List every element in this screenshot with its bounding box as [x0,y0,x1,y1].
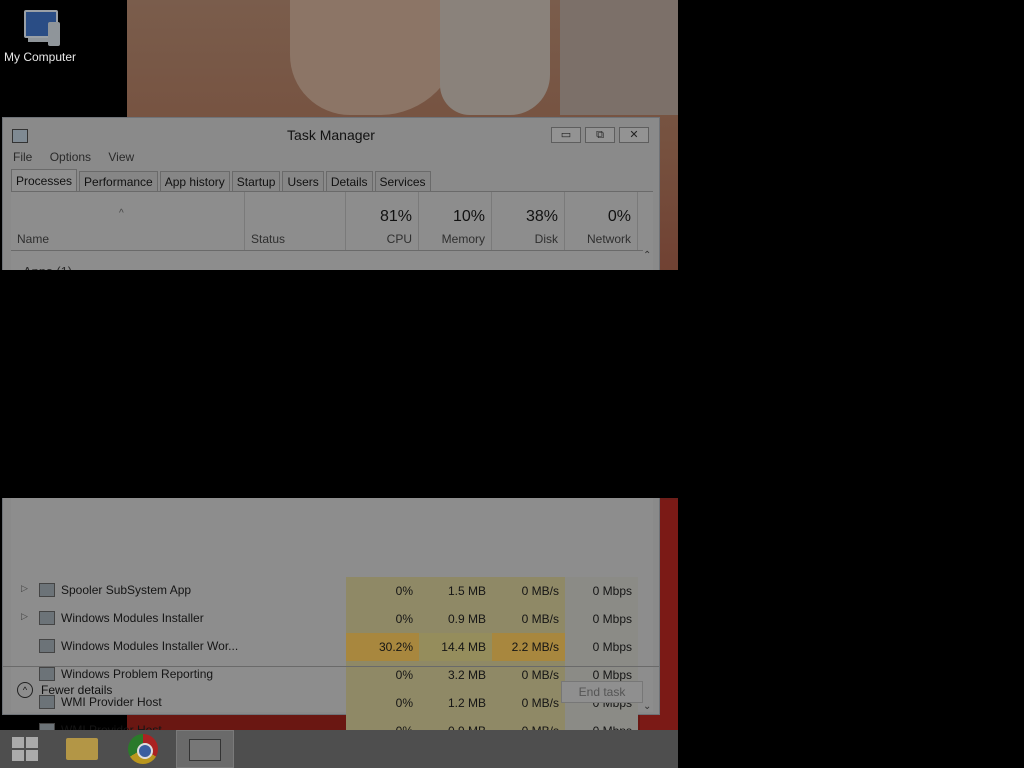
expand-arrow-icon[interactable]: ▷ [21,611,28,622]
windows-logo-icon-part [12,750,24,761]
disk-value: 0 MB/s [492,605,565,633]
process-name: Windows Modules Installer [61,611,204,625]
cpu-value: 30.2% [346,633,419,661]
wallpaper-detail [560,0,678,115]
chevron-up-icon: ^ [17,682,33,698]
column-disk-label: Disk [534,232,558,246]
memory-value: 14.4 MB [419,633,492,661]
cpu-value: 0% [346,577,419,605]
column-memory-label: Memory [441,232,485,246]
menu-file[interactable]: File [13,150,32,164]
table-row[interactable]: Windows Modules Installer Wor... 30.2% 1… [11,633,643,661]
desktop-icon-my-computer[interactable]: My Computer [2,8,78,64]
memory-value: 0.9 MB [419,605,492,633]
column-header-name[interactable]: ^ Name [11,192,245,250]
disk-total-percent: 38% [525,208,558,225]
memory-value: 1.5 MB [419,577,492,605]
file-explorer-taskbar-button[interactable] [56,730,112,768]
title-bar[interactable]: Task Manager ▭ ⧉ ✕ [3,118,659,148]
tab-strip: Processes Performance App history Startu… [11,169,433,195]
column-network-label: Network [586,232,631,246]
table-row[interactable]: ▷ Windows Modules Installer 0% 0.9 MB 0 … [11,605,643,633]
screen-blackout-region [0,270,678,498]
column-header-row: ^ Name Status 81% CPU 10% Memory 38% Dis… [11,192,643,251]
maximize-button[interactable]: ⧉ [585,127,615,143]
network-total-percent: 0% [607,208,631,225]
windows-logo-icon-part [26,737,38,748]
chrome-taskbar-button[interactable] [115,730,171,768]
column-name-label: Name [17,232,50,246]
network-value: 0 Mbps [565,605,638,633]
windows-logo-icon [12,737,24,748]
menu-view[interactable]: View [108,150,134,164]
menu-bar: File Options View [13,150,148,168]
menu-options[interactable]: Options [50,150,91,164]
printer-icon [39,583,55,597]
network-value: 0 Mbps [565,577,638,605]
expand-arrow-icon[interactable]: ▷ [21,583,28,594]
end-task-button[interactable]: End task [561,681,643,703]
task-manager-taskbar-button[interactable] [176,730,234,768]
service-icon [39,639,55,653]
fewer-details-link[interactable]: ^ Fewer details [17,682,112,698]
service-icon [39,611,55,625]
column-status-label: Status [251,232,286,246]
taskbar [0,730,678,768]
column-header-memory[interactable]: 10% Memory [419,192,492,250]
start-button[interactable] [0,730,56,768]
cpu-value: 0% [346,605,419,633]
desktop-icon-label: My Computer [3,50,77,64]
sort-ascending-icon: ^ [119,208,124,219]
column-cpu-label: CPU [386,232,412,246]
column-header-disk[interactable]: 38% Disk [492,192,565,250]
process-name: Spooler SubSystem App [61,583,192,597]
disk-value: 2.2 MB/s [492,633,565,661]
cpu-total-percent: 81% [379,208,412,225]
column-header-network[interactable]: 0% Network [565,192,638,250]
fewer-details-label: Fewer details [41,683,113,697]
column-header-cpu[interactable]: 81% CPU [346,192,419,250]
table-row[interactable]: ▷ Spooler SubSystem App 0% 1.5 MB 0 MB/s… [11,577,643,605]
process-name: Windows Modules Installer Wor... [61,639,239,653]
disk-value: 0 MB/s [492,577,565,605]
window-footer: ^ Fewer details End task [3,666,659,715]
windows-logo-icon-part [26,750,38,761]
wallpaper-detail [440,0,550,115]
column-header-status[interactable]: Status [245,192,346,250]
network-value: 0 Mbps [565,633,638,661]
minimize-button[interactable]: ▭ [551,127,581,143]
folder-icon [66,738,98,760]
chrome-icon [128,734,158,764]
computer-icon [18,8,62,48]
memory-total-percent: 10% [452,208,485,225]
screen: My Computer Task Manager ▭ ⧉ ✕ File Opti… [0,0,678,768]
scroll-up-icon[interactable]: ⌃ [643,250,651,261]
task-manager-icon [189,739,221,761]
close-button[interactable]: ✕ [619,127,649,143]
